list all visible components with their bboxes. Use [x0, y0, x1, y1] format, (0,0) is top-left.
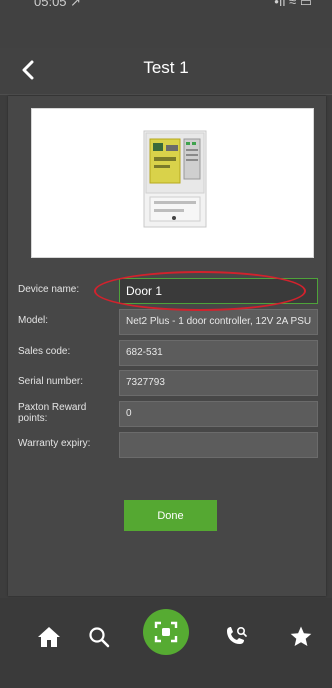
model-row: Model: Net2 Plus - 1 door controller, 12… [18, 309, 318, 335]
model-label: Model: [18, 315, 49, 326]
serial-number-field: 7327793 [119, 370, 318, 396]
home-icon [38, 627, 60, 647]
warranty-expiry-row: Warranty expiry: [18, 432, 318, 458]
sales-code-label: Sales code: [18, 346, 71, 357]
reward-points-label: Paxton Reward points: [18, 402, 87, 424]
star-icon [290, 626, 312, 646]
reward-points-row: Paxton Reward points: 0 [18, 401, 318, 427]
serial-number-label: Serial number: [18, 376, 84, 387]
device-name-row: Device name: Door 1 [18, 278, 318, 304]
warranty-expiry-field [119, 432, 318, 458]
device-image-card [31, 108, 314, 258]
sales-code-row: Sales code: 682-531 [18, 340, 318, 366]
scan-button[interactable] [143, 609, 189, 655]
tab-support[interactable] [220, 620, 254, 654]
search-icon [89, 627, 110, 648]
warranty-expiry-label: Warranty expiry: [18, 438, 91, 449]
nav-bar: Test 1 [0, 48, 332, 95]
status-bar: 05:05 ↗ •ıl ≈ ▭ [0, 0, 332, 48]
tab-search[interactable] [82, 620, 116, 654]
status-indicators: •ıl ≈ ▭ [274, 0, 312, 9]
device-details-panel: Device name: Door 1 Model: Net2 Plus - 1… [8, 96, 326, 596]
sales-code-field: 682-531 [119, 340, 318, 366]
status-time: 05:05 ↗ [34, 0, 82, 9]
serial-number-row: Serial number: 7327793 [18, 370, 318, 396]
model-field: Net2 Plus - 1 door controller, 12V 2A PS… [119, 309, 318, 335]
scan-icon [154, 621, 178, 643]
device-name-label: Device name: [18, 284, 80, 295]
reward-points-field: 0 [119, 401, 318, 427]
tab-home[interactable] [32, 620, 66, 654]
phone-search-icon [227, 626, 247, 644]
done-button[interactable]: Done [124, 500, 217, 531]
device-name-input[interactable]: Door 1 [119, 278, 318, 304]
tab-favorites[interactable] [284, 620, 318, 654]
tab-bar [0, 598, 332, 688]
page-title: Test 1 [143, 58, 189, 77]
device-controller-image [143, 130, 207, 228]
